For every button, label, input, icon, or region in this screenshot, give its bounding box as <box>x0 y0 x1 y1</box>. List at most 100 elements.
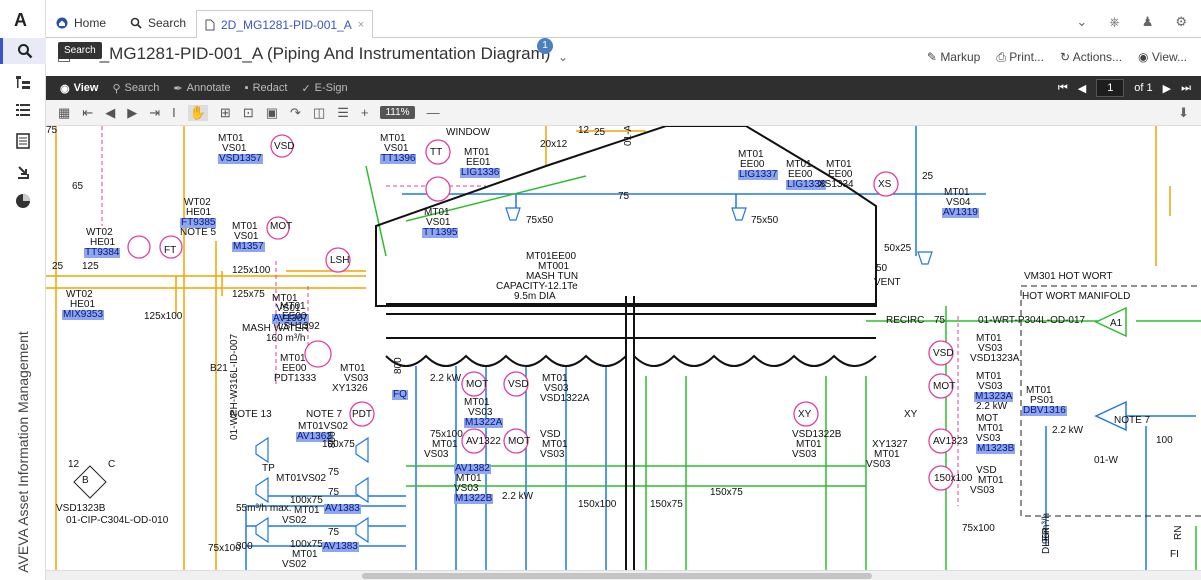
view-button[interactable]: ◉ View... <box>1138 50 1187 65</box>
tag-link[interactable]: M1322A <box>464 418 504 428</box>
diagram-label: 01-AIR-U <box>623 126 634 146</box>
tab-close-button[interactable]: × <box>358 19 364 31</box>
user-icon[interactable]: ♟ <box>1142 14 1154 30</box>
tab-document-label: 2D_MG1281-PID-001_A <box>221 17 352 32</box>
prev-page-icon[interactable]: ◀ <box>105 105 115 121</box>
list-icon <box>16 104 30 116</box>
rail-hierarchy-button[interactable] <box>8 70 38 96</box>
chevron-down-icon[interactable]: ⌄ <box>1076 14 1087 30</box>
search-tab-label: Search <box>124 82 160 94</box>
view-tab[interactable]: ◉ View <box>60 82 98 95</box>
tag-link[interactable]: AV1383 <box>324 504 361 514</box>
tab-search-label: Search <box>148 16 187 30</box>
fit-extents-icon[interactable]: ⊡ <box>243 105 254 121</box>
diagram-label: 2.2 kW <box>1052 425 1084 436</box>
tag-link[interactable]: AV1383 <box>322 542 359 552</box>
text-select-icon[interactable]: I <box>172 105 176 120</box>
diagram-label: 25 <box>52 261 64 272</box>
chevron-down-icon[interactable]: ⌄ <box>558 50 568 64</box>
app-logo-icon[interactable]: A <box>14 10 27 31</box>
tag-link[interactable]: TT9384 <box>84 248 121 258</box>
diagram-label: TT <box>430 147 443 158</box>
page-number-input[interactable] <box>1096 79 1125 97</box>
fit-page-icon[interactable]: ▣ <box>266 105 278 121</box>
actions-button[interactable]: ↻ Actions... <box>1060 50 1122 65</box>
first-page-icon[interactable]: ⏮ <box>1058 82 1068 95</box>
diagram-label: VSD1323B <box>56 503 106 514</box>
tag-link[interactable]: LIG1337 <box>738 170 779 180</box>
tag-link[interactable]: AV1319 <box>942 208 979 218</box>
zoom-window-icon[interactable]: ⊞ <box>220 105 231 121</box>
diagram-label: 55m³/h max. <box>236 503 292 514</box>
tag-link[interactable]: MIX9353 <box>62 310 105 320</box>
diagram-label: B <box>82 475 89 486</box>
settings-icon[interactable]: ⚙ <box>1175 14 1187 30</box>
diagram-label: NOTE 7 <box>1114 415 1151 426</box>
tag-link[interactable]: TT1396 <box>380 154 417 164</box>
print-button[interactable]: ⎙ Print... <box>996 50 1044 65</box>
diagram-label: 75 <box>46 126 58 136</box>
zoom-out-icon[interactable]: — <box>427 105 440 120</box>
search-tab[interactable]: ⚲ Search <box>112 82 159 95</box>
diagram-label: VSD <box>274 141 295 152</box>
diagram-label: 75x100 <box>208 543 241 554</box>
search-icon: ⚲ <box>112 82 121 95</box>
cart-icon[interactable]: ⎈ <box>1109 14 1119 30</box>
fit-width-icon[interactable]: ◫ <box>313 105 325 121</box>
diagram-label: VS03 <box>540 449 565 460</box>
rail-search-button[interactable] <box>0 38 46 64</box>
tag-link[interactable]: DBV1316 <box>1022 406 1067 416</box>
last-page-icon[interactable]: ⇥ <box>149 105 160 121</box>
tag-link[interactable]: M1322B <box>454 494 494 504</box>
menu-icon[interactable]: ☰ <box>337 105 349 121</box>
redact-tab[interactable]: ▪ Redact <box>245 82 288 94</box>
tab-home[interactable]: Home <box>56 10 106 36</box>
tab-document[interactable]: 2D_MG1281-PID-001_A × <box>196 10 374 38</box>
tag-link[interactable]: M1357 <box>232 242 265 252</box>
tag-link[interactable]: VSD1357 <box>218 154 263 164</box>
title-actions: ✎ Markup ⎙ Print... ↻ Actions... ◉ View.… <box>927 50 1187 65</box>
diagram-label: FT <box>164 245 177 256</box>
esign-tab[interactable]: ✓ E-Sign <box>301 82 347 95</box>
viewer-toolbar: ◉ View ⚲ Search ✒ Annotate ▪ Redact ✓ E-Sign … <box>46 76 1201 100</box>
diagram-canvas[interactable]: WINDOW20x1201-AIR-U1225MT01VS01VSD1357VS… <box>46 126 1201 570</box>
horizontal-scrollbar[interactable] <box>46 570 1201 580</box>
rotate-icon[interactable]: ↷ <box>290 105 301 121</box>
diagram-label: VS02 <box>282 559 307 570</box>
thumbnails-icon[interactable]: ▦ <box>58 105 70 121</box>
notification-badge[interactable]: 1 <box>537 38 553 54</box>
next-page-icon[interactable]: ▶ <box>1163 82 1171 95</box>
last-page-icon[interactable]: ⏭ <box>1181 82 1191 95</box>
tag-link[interactable]: FQ <box>392 390 408 400</box>
markup-label: Markup <box>940 50 981 64</box>
esign-tab-label: E-Sign <box>314 82 348 94</box>
title-row: 2D_MG1281-PID-001_A (Piping And Instrume… <box>46 38 1201 76</box>
rail-list-button[interactable] <box>8 97 38 123</box>
zoom-in-icon[interactable]: + <box>361 105 369 120</box>
tag-link[interactable]: TT1395 <box>422 228 459 238</box>
diagram-label: 75 <box>328 527 340 538</box>
diagram-label: MOT <box>933 381 956 392</box>
tag-link[interactable]: M1323B <box>976 444 1016 454</box>
download-icon[interactable]: ⬇ <box>1178 105 1189 121</box>
first-page-icon[interactable]: ⇤ <box>82 105 93 121</box>
tab-search[interactable]: Search <box>130 10 186 36</box>
tag-link[interactable]: LIG1336 <box>460 168 501 178</box>
pie-chart-icon <box>16 194 30 208</box>
markup-button[interactable]: ✎ Markup <box>927 50 980 65</box>
rail-document-button[interactable] <box>8 128 38 154</box>
rail-analytics-button[interactable] <box>8 188 38 214</box>
diagram-label: XY <box>904 409 918 420</box>
diagram-label: HOT WORT MANIFOLD <box>1022 291 1131 302</box>
annotate-tab[interactable]: ✒ Annotate <box>173 82 230 95</box>
zoom-level[interactable]: 111% <box>380 106 415 119</box>
search-icon <box>130 17 142 29</box>
next-page-icon[interactable]: ▶ <box>127 105 137 121</box>
prev-page-icon[interactable]: ◀ <box>1078 82 1086 95</box>
export-icon <box>18 166 29 179</box>
scrollbar-thumb[interactable] <box>362 573 872 579</box>
pan-hand-icon[interactable]: ✋ <box>187 104 208 121</box>
rail-export-button[interactable] <box>8 159 38 185</box>
diagram-label: NOTE 7 <box>306 409 343 420</box>
diagram-label: 125x75 <box>232 289 265 300</box>
